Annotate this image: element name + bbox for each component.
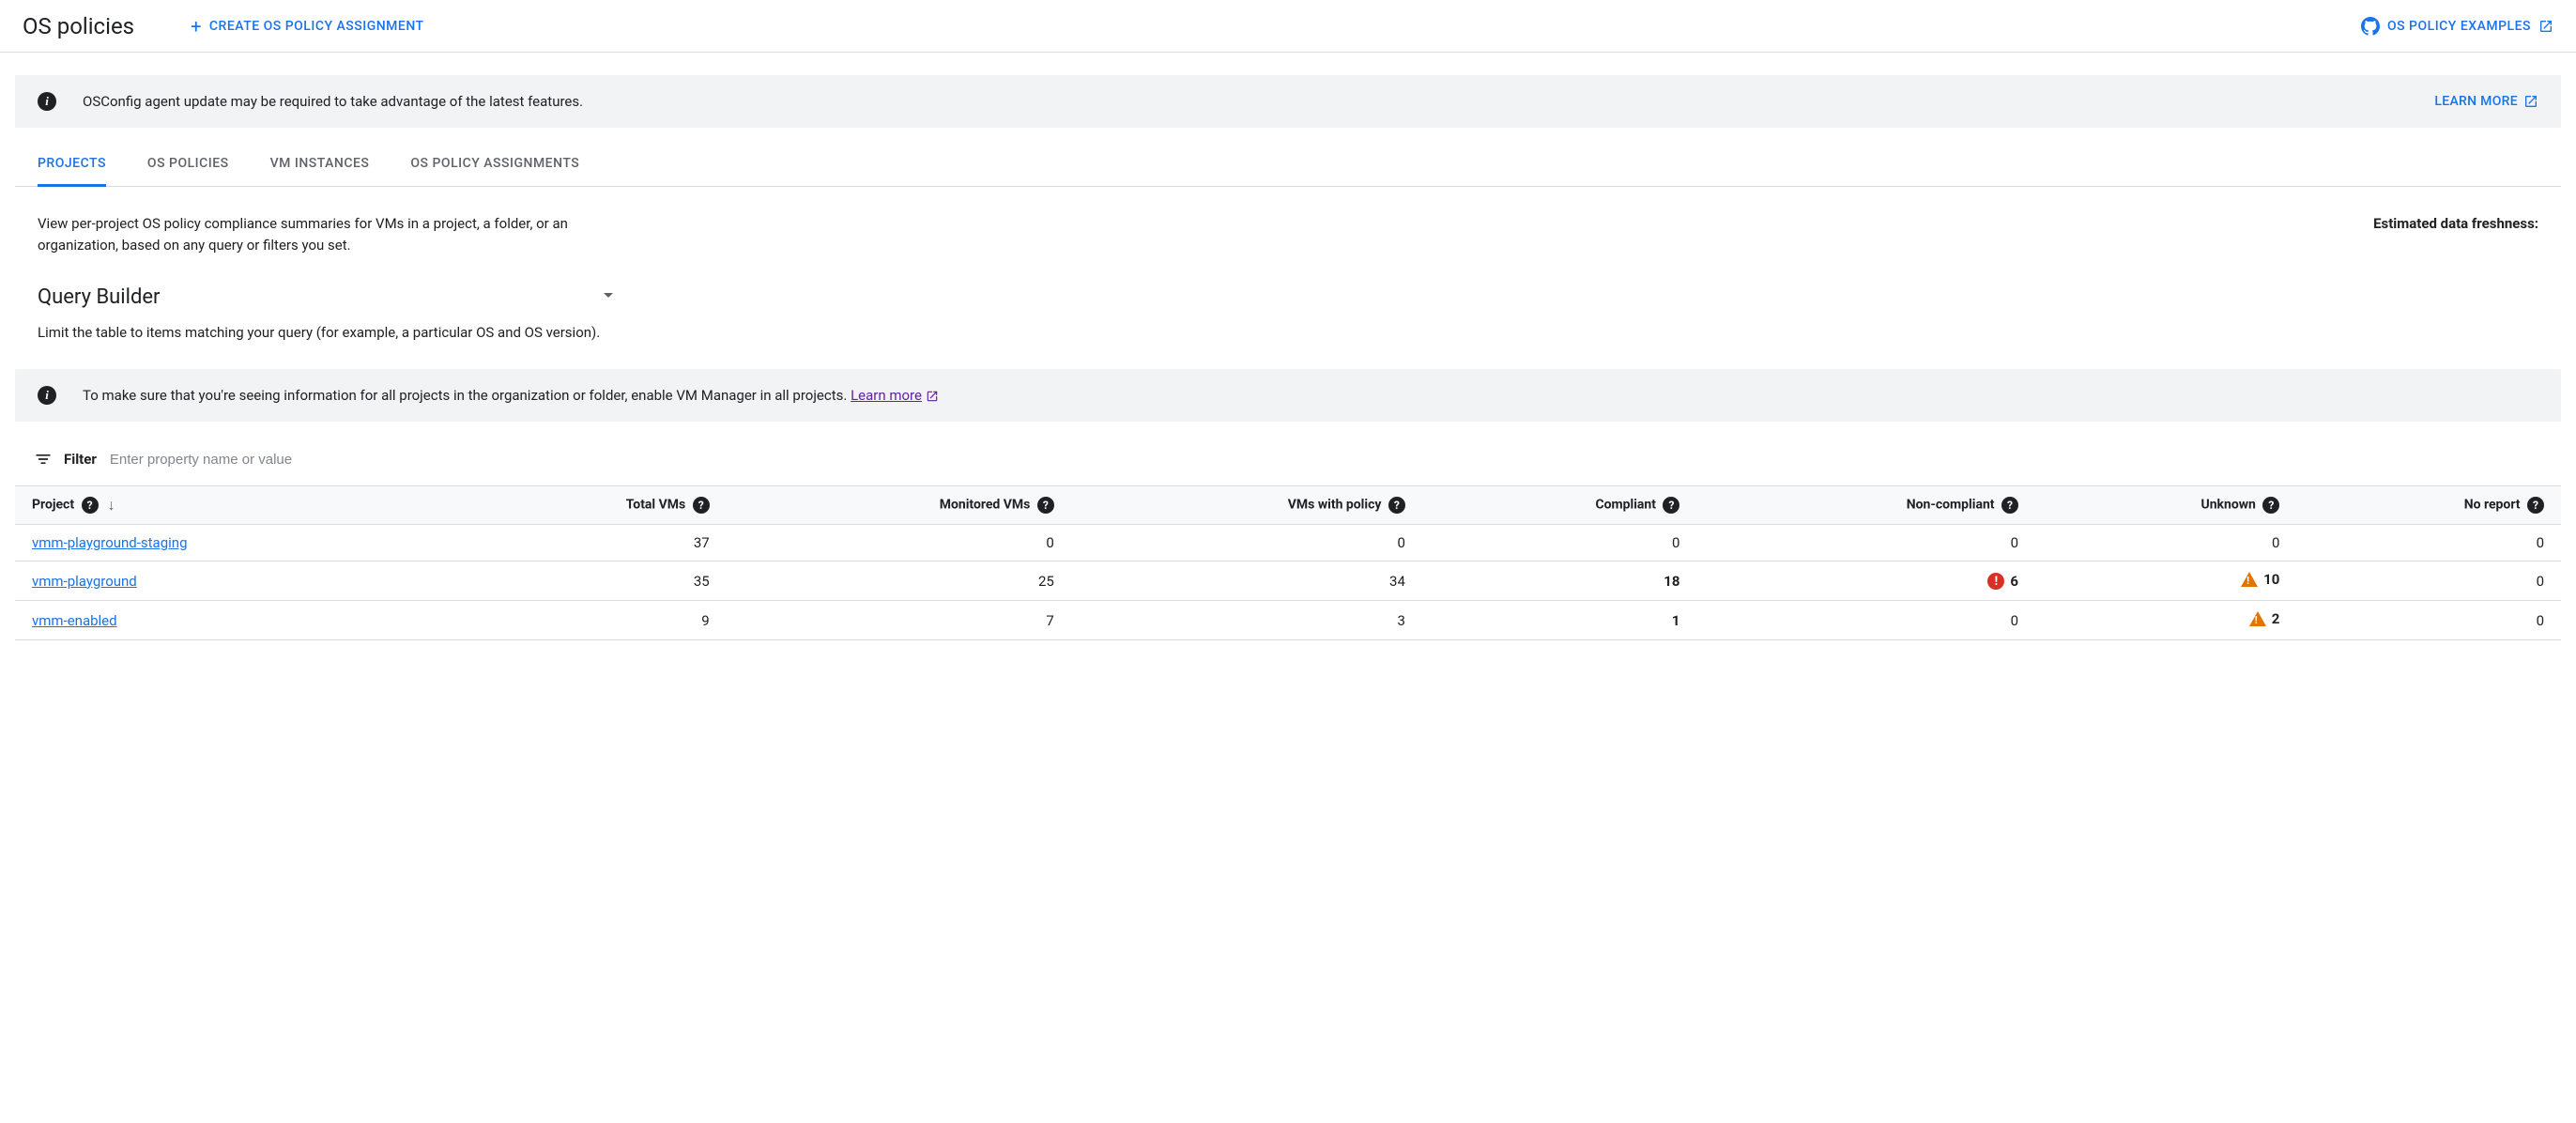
os-policy-examples-button[interactable]: OS POLICY EXAMPLES [2361,17,2553,36]
tab-os-policies[interactable]: OS POLICIES [147,143,229,187]
warning-icon [2241,572,2258,587]
sort-down-icon[interactable]: ↓ [108,496,115,514]
help-icon[interactable]: ? [1663,497,1679,514]
vm-manager-enable-banner: i To make sure that you're seeing inform… [15,369,2561,422]
info-icon: i [38,92,56,111]
external-icon [2523,94,2538,109]
tabs: PROJECTS OS POLICIES VM INSTANCES OS POLICY… [15,143,2561,187]
plus-icon [191,15,202,38]
help-icon[interactable]: ? [2001,497,2018,514]
banner2-text: To make sure that you're seeing informat… [83,387,939,404]
help-icon[interactable]: ? [82,497,99,514]
learn-more-link[interactable]: LEARN MORE [2434,94,2538,109]
projects-description: View per-project OS policy compliance su… [38,213,601,255]
error-icon: ! [1987,573,2004,590]
help-icon[interactable]: ? [1388,497,1405,514]
tab-projects[interactable]: PROJECTS [38,143,106,187]
create-label: CREATE OS POLICY ASSIGNMENT [209,19,424,34]
help-icon[interactable]: ? [693,497,710,514]
page-title: OS policies [23,13,134,39]
osconfig-update-banner: i OSConfig agent update may be required … [15,75,2561,128]
freshness-label: Estimated data freshness: [2373,213,2538,255]
table-row: vmm-enabled97310 20 [15,601,2561,640]
filter-input[interactable] [108,451,2542,469]
tab-vm-instances[interactable]: VM INSTANCES [270,143,370,187]
learn-more-label: LEARN MORE [2434,94,2518,109]
external-icon [926,387,939,404]
project-link[interactable]: vmm-playground [32,573,137,590]
query-builder-description: Limit the table to items matching your q… [38,324,2538,341]
help-icon[interactable]: ? [2527,497,2544,514]
projects-table: Project ?↓Total VMs ?Monitored VMs ?VMs … [15,486,2561,640]
learn-more-link[interactable]: Learn more [851,387,922,404]
col-vms-with-policy[interactable]: VMs with policy ? [1071,486,1422,525]
tab-os-policy-assignments[interactable]: OS POLICY ASSIGNMENTS [410,143,579,187]
filter-icon [34,450,53,469]
filter-bar: Filter [15,433,2561,486]
project-link[interactable]: vmm-enabled [32,612,117,629]
col-unknown[interactable]: Unknown ? [2035,486,2296,525]
filter-label: Filter [64,451,97,468]
query-builder-title: Query Builder [38,285,161,309]
examples-label: OS POLICY EXAMPLES [2387,19,2531,34]
help-icon[interactable]: ? [2262,497,2279,514]
col-compliant[interactable]: Compliant ? [1422,486,1697,525]
col-total-vms[interactable]: Total VMs ? [454,486,727,525]
table-row: vmm-playground35253418! 6 100 [15,562,2561,601]
chevron-down-icon[interactable] [597,284,620,311]
github-icon [2361,17,2380,36]
external-icon [2538,19,2553,34]
col-non-compliant[interactable]: Non-compliant ? [1696,486,2035,525]
col-project[interactable]: Project ?↓ [15,486,454,525]
create-assignment-button[interactable]: CREATE OS POLICY ASSIGNMENT [191,15,424,38]
col-monitored-vms[interactable]: Monitored VMs ? [727,486,1071,525]
table-row: vmm-playground-staging37000000 [15,525,2561,562]
help-icon[interactable]: ? [1037,497,1054,514]
banner-text: OSConfig agent update may be required to… [83,93,583,110]
project-link[interactable]: vmm-playground-staging [32,534,188,551]
info-icon: i [38,386,56,405]
page-header: OS policies CREATE OS POLICY ASSIGNMENT … [0,0,2576,53]
col-no-report[interactable]: No report ? [2296,486,2561,525]
warning-icon [2249,611,2266,626]
